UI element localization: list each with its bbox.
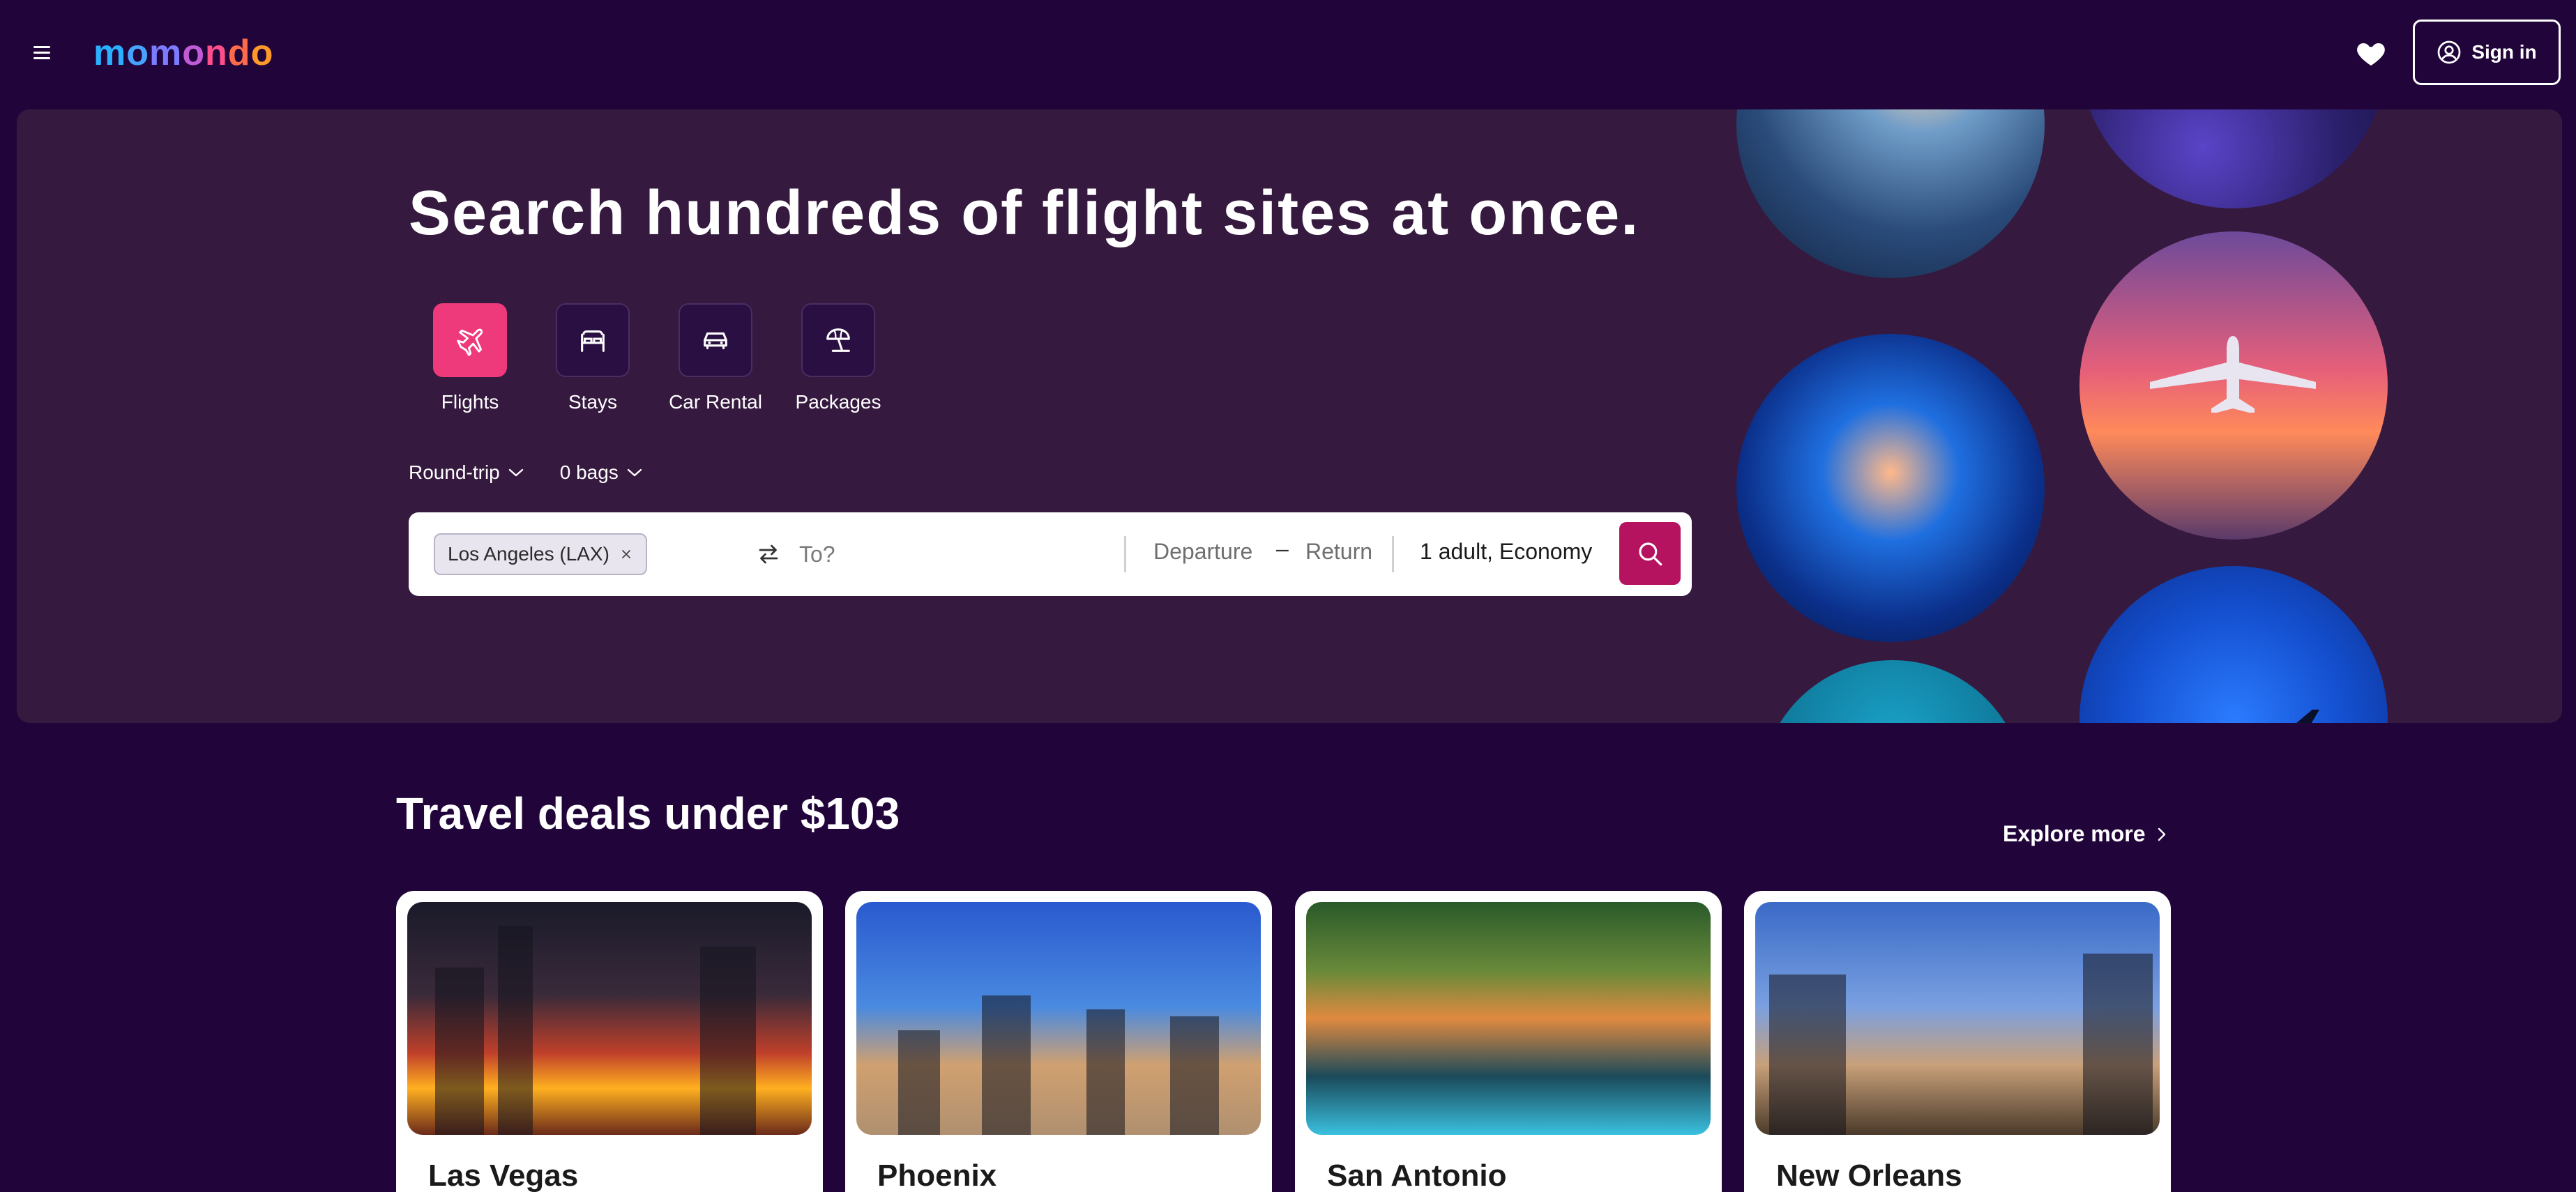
origin-chip-label: Los Angeles (LAX) xyxy=(448,543,609,565)
phoenix-photo xyxy=(856,902,1261,1135)
beach-umbrella-icon xyxy=(801,303,875,377)
deal-card[interactable]: San Antonio xyxy=(1295,891,1722,1192)
explore-more-link[interactable]: Explore more xyxy=(2003,821,2167,847)
momondo-logo[interactable]: momondo xyxy=(93,31,273,75)
las-vegas-photo xyxy=(407,902,812,1135)
return-date-field[interactable]: Return xyxy=(1305,539,1372,565)
tab-flights[interactable]: Flights xyxy=(409,303,531,413)
hero-title: Search hundreds of flight sites at once. xyxy=(409,178,1640,248)
deal-city: New Orleans xyxy=(1776,1159,1962,1192)
destination-input[interactable] xyxy=(799,533,1106,575)
top-header: momondo Sign in xyxy=(0,0,2576,108)
user-circle-icon xyxy=(2437,40,2461,64)
hamburger-menu-icon[interactable] xyxy=(33,46,50,60)
heart-icon[interactable] xyxy=(2354,36,2388,70)
tab-flights-label: Flights xyxy=(441,391,499,413)
origin-chip[interactable]: Los Angeles (LAX) xyxy=(434,533,647,575)
swap-arrows-icon[interactable] xyxy=(756,542,781,567)
tab-car-rental-label: Car Rental xyxy=(669,391,762,413)
bags-label: 0 bags xyxy=(559,461,619,483)
explore-more-label: Explore more xyxy=(2003,821,2146,846)
trip-type-label: Round-trip xyxy=(409,461,500,483)
deal-city: Phoenix xyxy=(877,1159,997,1192)
san-antonio-photo xyxy=(1306,902,1711,1135)
tab-packages-label: Packages xyxy=(795,391,881,413)
date-separator: – xyxy=(1276,536,1289,561)
plane-sunset-photo xyxy=(2079,231,2388,540)
search-button[interactable] xyxy=(1619,522,1681,585)
vertical-tabs: Flights Stays Car Rental Packages xyxy=(409,303,900,413)
sign-in-button[interactable]: Sign in xyxy=(2413,20,2561,85)
bed-icon xyxy=(556,303,630,377)
deal-card[interactable]: New Orleans xyxy=(1744,891,2171,1192)
departure-date-field[interactable]: Departure xyxy=(1153,539,1252,565)
cabin-passenger-photo xyxy=(1736,334,2045,642)
airplane-wing-photo xyxy=(1736,109,2045,278)
deal-city: Las Vegas xyxy=(428,1159,579,1192)
divider xyxy=(1392,536,1394,572)
deal-card[interactable]: Phoenix xyxy=(845,891,1272,1192)
chevron-right-icon xyxy=(2158,827,2165,841)
tab-packages[interactable]: Packages xyxy=(777,303,900,413)
search-options: Round-trip 0 bags xyxy=(409,461,642,484)
tab-stays-label: Stays xyxy=(568,391,618,413)
deal-card[interactable]: Las Vegas xyxy=(396,891,823,1192)
hero-section: Search hundreds of flight sites at once.… xyxy=(17,109,2562,723)
divider xyxy=(1124,536,1126,572)
tab-stays[interactable]: Stays xyxy=(531,303,654,413)
sign-in-label: Sign in xyxy=(2471,41,2537,63)
ocean-photo xyxy=(1760,660,2025,723)
plane-icon xyxy=(433,303,507,377)
new-orleans-photo xyxy=(1755,902,2160,1135)
close-icon[interactable] xyxy=(619,547,633,561)
flight-search-bar: Los Angeles (LAX) Departure – Return 1 a… xyxy=(409,512,1692,596)
travelers-cabin-field[interactable]: 1 adult, Economy xyxy=(1420,539,1592,565)
deal-city: San Antonio xyxy=(1327,1159,1507,1192)
tab-car-rental[interactable]: Car Rental xyxy=(654,303,777,413)
deals-title: Travel deals under $103 xyxy=(396,788,900,839)
bags-dropdown[interactable]: 0 bags xyxy=(560,461,642,484)
trip-type-dropdown[interactable]: Round-trip xyxy=(409,461,524,484)
car-icon xyxy=(679,303,752,377)
chevron-down-icon xyxy=(508,468,523,477)
chevron-down-icon xyxy=(627,468,642,477)
search-icon xyxy=(1639,542,1662,566)
plane-blue-sky-photo xyxy=(2079,566,2388,723)
night-sky-photo xyxy=(2079,109,2388,208)
